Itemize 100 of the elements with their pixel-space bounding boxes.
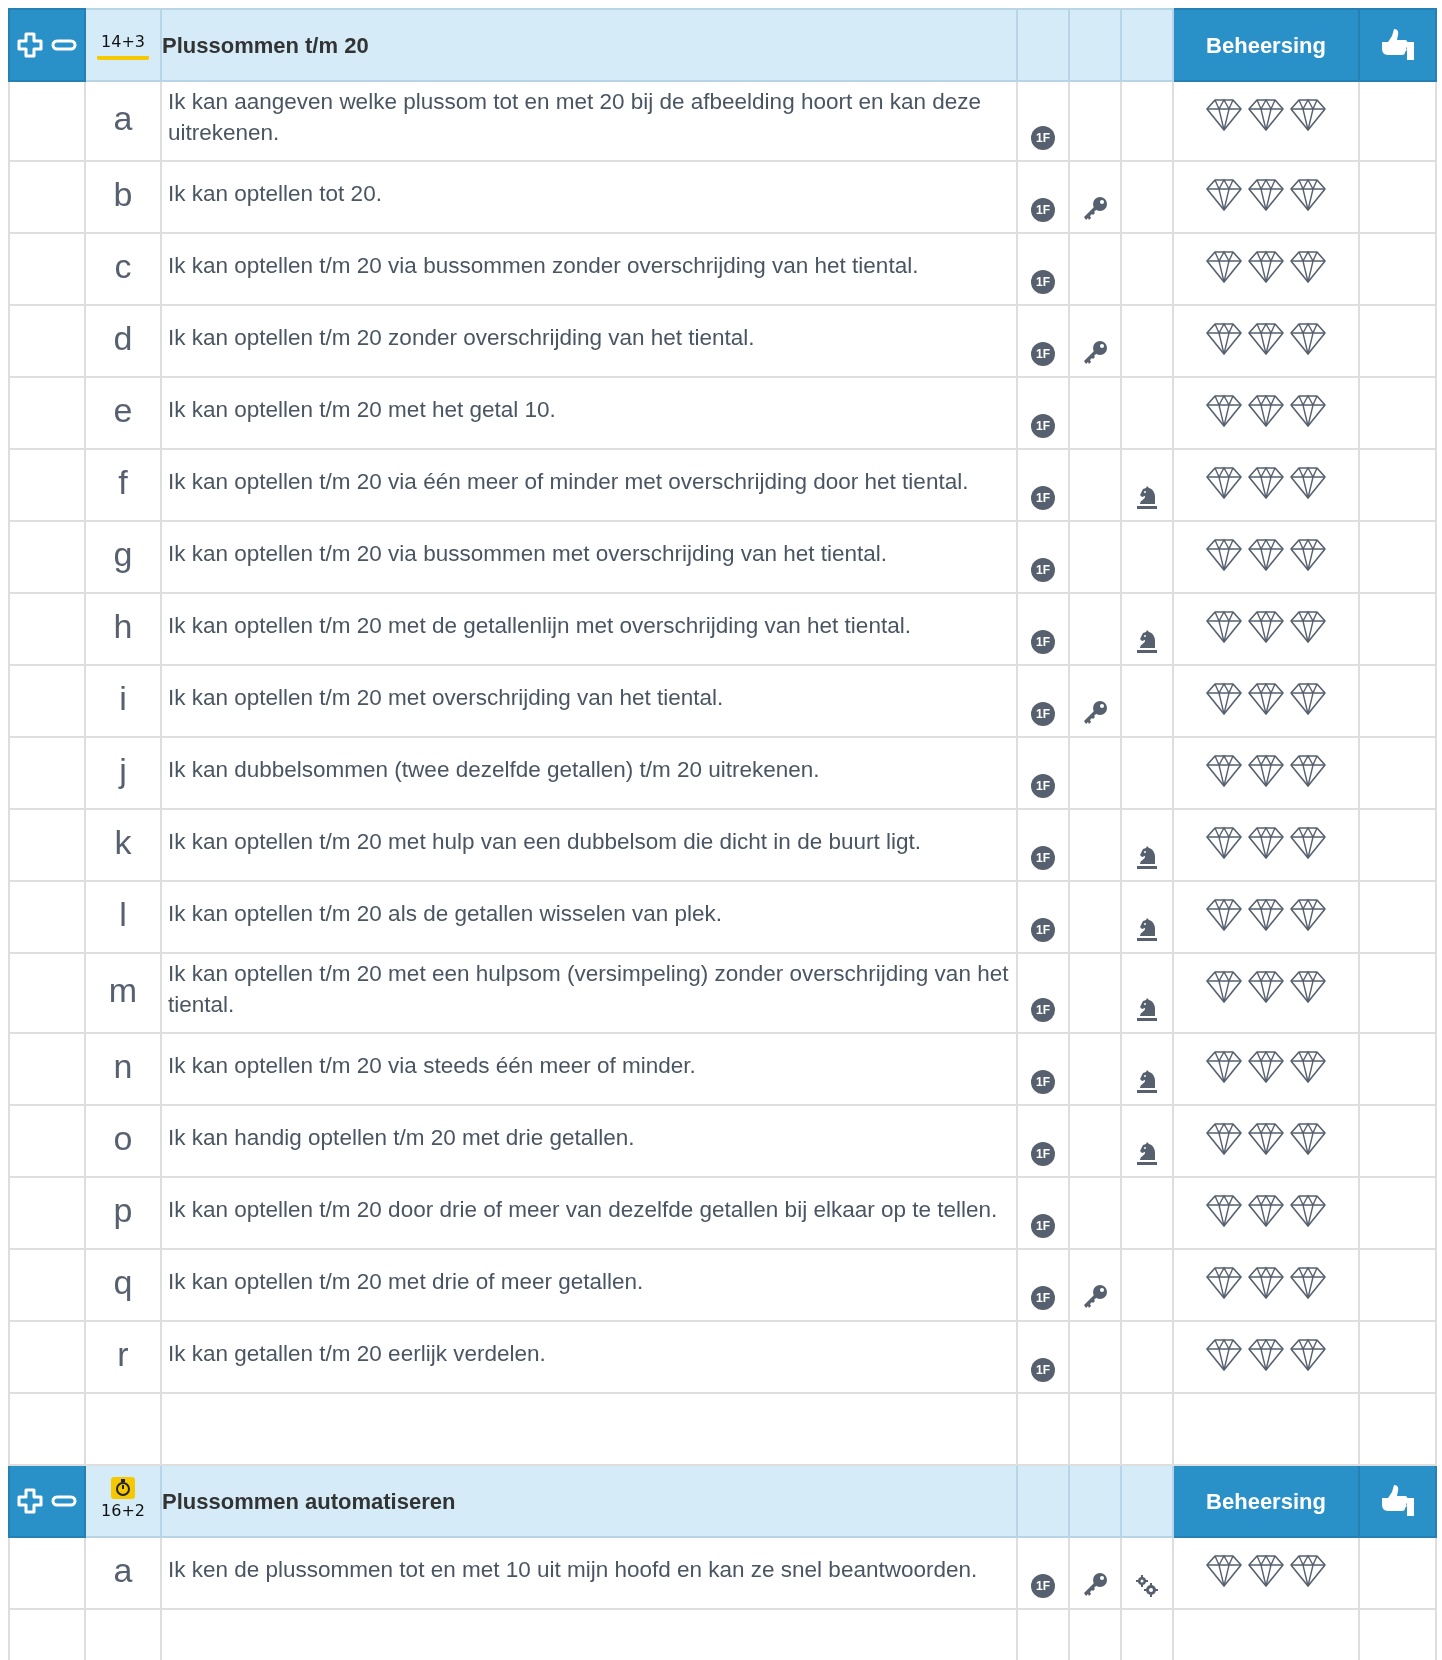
goal-letter: e	[85, 377, 161, 449]
goal-letter: a	[85, 81, 161, 161]
expand-icon	[17, 32, 43, 58]
level-badge: 1F	[1031, 630, 1055, 654]
diamond-icon	[1289, 1266, 1327, 1300]
diamond-icon	[1289, 250, 1327, 284]
level-badge: 1F	[1031, 998, 1055, 1022]
goal-text: Ik kan optellen t/m 20 met het getal 10.	[161, 377, 1017, 449]
diamond-icon	[1205, 1050, 1243, 1084]
level-badge: 1F	[1031, 558, 1055, 582]
expand-button[interactable]	[17, 32, 43, 58]
level-badge: 1F	[1031, 198, 1055, 222]
diamond-icon	[1247, 466, 1285, 500]
diamond-icon	[1247, 970, 1285, 1004]
diamond-icon	[1289, 322, 1327, 356]
diamond-icon	[1205, 610, 1243, 644]
diamond-icon	[1289, 178, 1327, 212]
goal-letter: a	[85, 1537, 161, 1609]
level-badge: 1F	[1031, 918, 1055, 942]
thumbs-up-icon	[1379, 1484, 1416, 1518]
goal-letter: r	[85, 1321, 161, 1393]
diamond-icon	[1247, 1554, 1285, 1588]
diamond-icon	[1205, 394, 1243, 428]
diamond-icon	[1247, 322, 1285, 356]
collapse-button[interactable]	[51, 39, 77, 51]
diamond-icon	[1205, 826, 1243, 860]
diamond-icon	[1289, 754, 1327, 788]
goal-text: Ik kan optellen t/m 20 via één meer of minder met overschrijding door het tiental.	[161, 449, 1017, 521]
goal-letter: p	[85, 1177, 161, 1249]
diamond-icon	[1247, 1266, 1285, 1300]
diamond-icon	[1247, 1050, 1285, 1084]
goal-text: Ik kan aangeven welke plussom tot en met 20 bij de afbeelding hoort en kan deze uitrekenen.	[161, 81, 1017, 161]
goal-text: Ik ken de plussommen tot en met 10 uit mijn hoofd en kan ze snel beantwoorden.	[161, 1537, 1017, 1609]
goal-text: Ik kan optellen t/m 20 via steeds één meer of minder.	[161, 1033, 1017, 1105]
diamond-icon	[1247, 98, 1285, 132]
goal-text: Ik kan getallen t/m 20 eerlijk verdelen.	[161, 1321, 1017, 1393]
expand-icon	[17, 1488, 43, 1514]
diamond-icon	[1289, 898, 1327, 932]
level-badge: 1F	[1031, 1214, 1055, 1238]
diamond-icon	[1247, 394, 1285, 428]
diamond-icon	[1205, 538, 1243, 572]
diamond-icon	[1205, 898, 1243, 932]
diamond-icon	[1247, 826, 1285, 860]
goal-letter: j	[85, 737, 161, 809]
goal-text: Ik kan optellen t/m 20 door drie of meer van dezelfde getallen bij elkaar op te tellen.	[161, 1177, 1017, 1249]
diamond-icon	[1205, 98, 1243, 132]
diamond-icon	[1205, 682, 1243, 716]
diamond-icon	[1289, 394, 1327, 428]
diamond-icon	[1289, 98, 1327, 132]
diamond-icon	[1205, 466, 1243, 500]
goal-text: Ik kan optellen t/m 20 met een hulpsom (versimpeling) zonder overschrijding van het tiental.	[161, 953, 1017, 1033]
goal-letter: f	[85, 449, 161, 521]
level-badge: 1F	[1031, 774, 1055, 798]
diamond-icon	[1205, 1554, 1243, 1588]
diamond-icon	[1205, 754, 1243, 788]
diamond-icon	[1247, 754, 1285, 788]
mastery-header: Beheersing	[1173, 1465, 1359, 1537]
diamond-icon	[1289, 1194, 1327, 1228]
level-badge: 1F	[1031, 1142, 1055, 1166]
level-badge: 1F	[1031, 1574, 1055, 1598]
goal-text: Ik kan optellen t/m 20 via bussommen met overschrijding van het tiental.	[161, 521, 1017, 593]
collapse-button[interactable]	[51, 1495, 77, 1507]
level-badge: 1F	[1031, 270, 1055, 294]
goal-text: Ik kan dubbelsommen (twee dezelfde getallen) t/m 20 uitrekenen.	[161, 737, 1017, 809]
diamond-icon	[1205, 1122, 1243, 1156]
diamond-icon	[1289, 1050, 1327, 1084]
collapse-icon	[51, 39, 77, 51]
level-badge: 1F	[1031, 126, 1055, 150]
expand-button[interactable]	[17, 1488, 43, 1514]
diamond-icon	[1247, 538, 1285, 572]
diamond-icon	[1247, 682, 1285, 716]
diamond-icon	[1289, 538, 1327, 572]
diamond-icon	[1289, 682, 1327, 716]
goal-text: Ik kan optellen t/m 20 via bussommen zonder overschrijding van het tiental.	[161, 233, 1017, 305]
diamond-icon	[1247, 178, 1285, 212]
level-badge: 1F	[1031, 414, 1055, 438]
goal-letter: d	[85, 305, 161, 377]
level-badge: 1F	[1031, 1070, 1055, 1094]
sum-label: 16+2	[100, 1500, 146, 1522]
goal-text: Ik kan optellen t/m 20 met de getallenlijn met overschrijding van het tiental.	[161, 593, 1017, 665]
goal-letter: g	[85, 521, 161, 593]
goal-text: Ik kan optellen t/m 20 zonder overschrijding van het tiental.	[161, 305, 1017, 377]
diamond-icon	[1247, 1194, 1285, 1228]
diamond-icon	[1247, 898, 1285, 932]
goal-text: Ik kan handig optellen t/m 20 met drie getallen.	[161, 1105, 1017, 1177]
collapse-icon	[51, 1495, 77, 1507]
goal-letter: q	[85, 1249, 161, 1321]
level-badge: 1F	[1031, 342, 1055, 366]
diamond-icon	[1289, 826, 1327, 860]
section-title: Plussommen automatiseren	[161, 1465, 1017, 1537]
diamond-icon	[1289, 610, 1327, 644]
level-badge: 1F	[1031, 846, 1055, 870]
diamond-icon	[1289, 1554, 1327, 1588]
diamond-icon	[1289, 970, 1327, 1004]
goal-letter: h	[85, 593, 161, 665]
goal-letter: c	[85, 233, 161, 305]
level-badge: 1F	[1031, 702, 1055, 726]
diamond-icon	[1205, 1338, 1243, 1372]
level-badge: 1F	[1031, 1286, 1055, 1310]
diamond-icon	[1205, 970, 1243, 1004]
